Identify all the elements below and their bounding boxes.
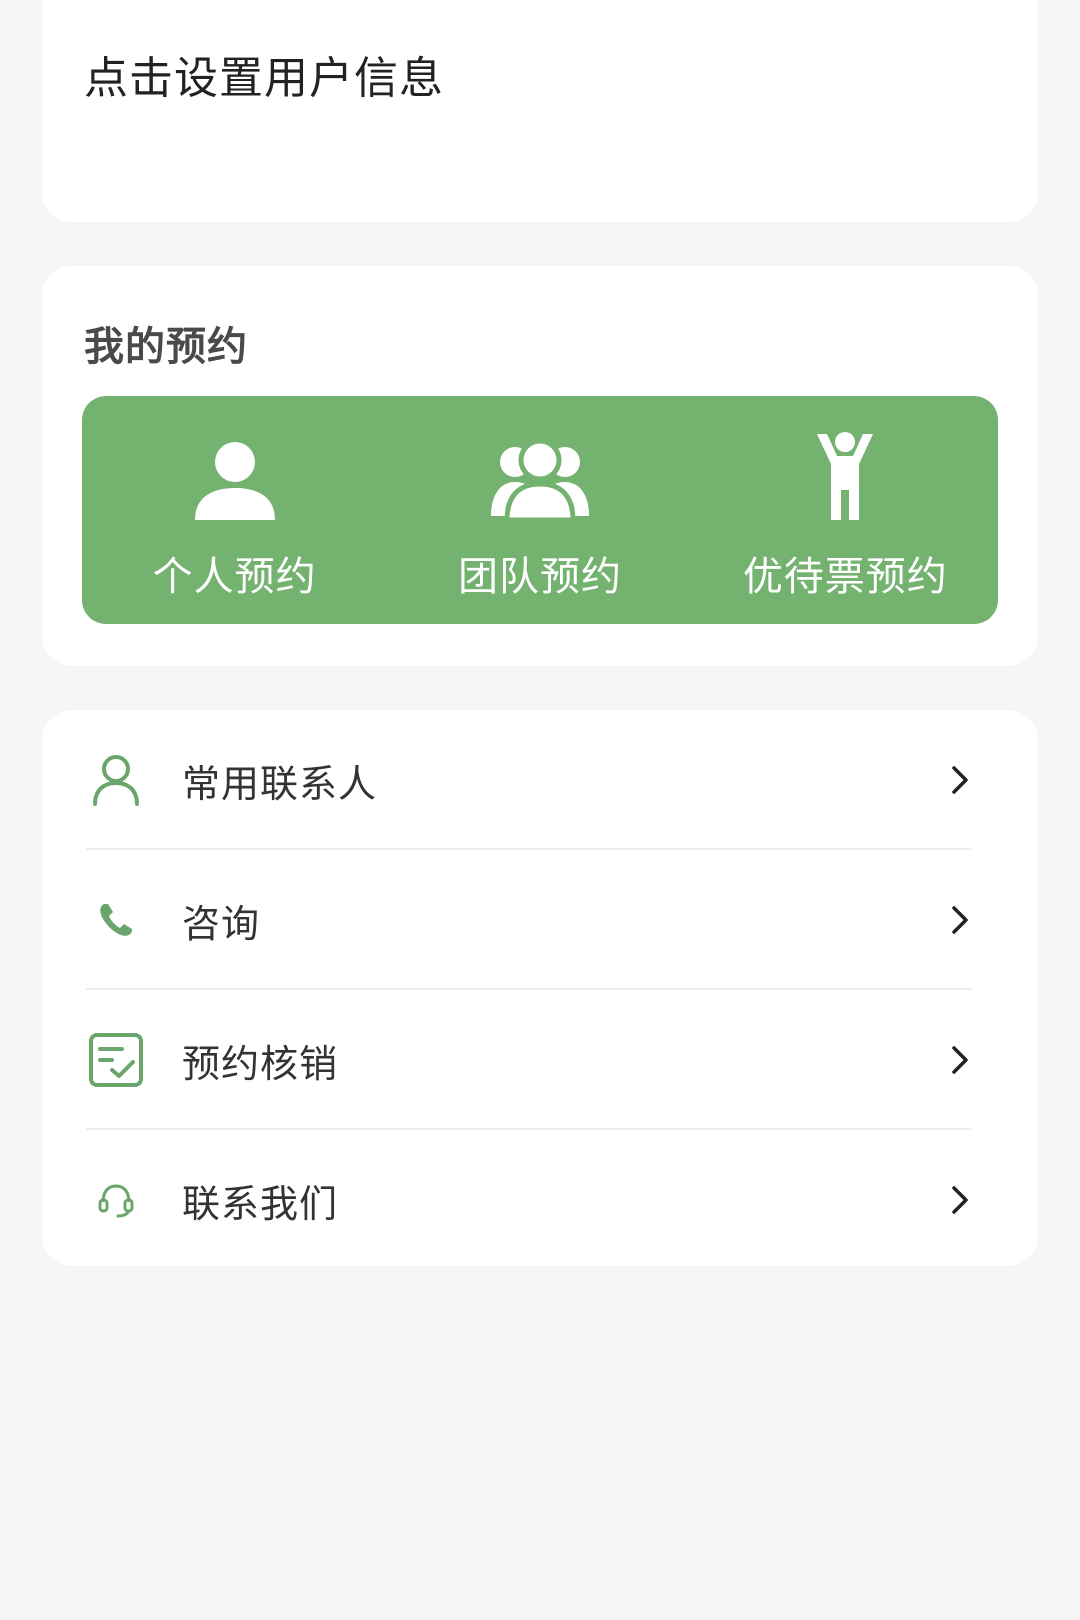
chevron-right-icon bbox=[946, 1180, 974, 1220]
phone-icon bbox=[84, 888, 148, 952]
menu-item-consult-label: 咨询 bbox=[182, 901, 261, 946]
profile-setup-prompt[interactable]: 点击设置用户信息 bbox=[84, 42, 444, 106]
menu-item-consult[interactable]: 咨询 bbox=[84, 850, 1012, 990]
menu-item-booking-verification[interactable]: 预约核销 bbox=[84, 990, 1012, 1130]
group-icon bbox=[489, 426, 591, 522]
profile-card[interactable]: 点击设置用户信息 bbox=[42, 0, 1038, 222]
chevron-right-icon bbox=[946, 1040, 974, 1080]
my-bookings-title: 我的预约 bbox=[84, 324, 248, 370]
checklist-icon bbox=[84, 1028, 148, 1092]
discount-ticket-booking-button[interactable]: 优待票预约 bbox=[693, 396, 998, 624]
contact-icon bbox=[84, 748, 148, 812]
menu-card: 常用联系人 咨询 预约核销 联系我们 bbox=[42, 710, 1038, 1266]
headset-icon bbox=[84, 1168, 148, 1232]
person-icon bbox=[193, 426, 277, 522]
my-bookings-card: 我的预约 个人预约 团队预约 优待票预约 bbox=[42, 266, 1038, 666]
group-booking-button[interactable]: 团队预约 bbox=[387, 396, 692, 624]
menu-item-booking-verification-label: 预约核销 bbox=[182, 1041, 339, 1086]
personal-booking-label: 个人预约 bbox=[152, 554, 317, 600]
menu-item-contacts-label: 常用联系人 bbox=[182, 761, 378, 806]
menu-item-contact-us[interactable]: 联系我们 bbox=[84, 1130, 1012, 1270]
discount-ticket-booking-label: 优待票预约 bbox=[742, 554, 948, 600]
booking-options-panel: 个人预约 团队预约 优待票预约 bbox=[82, 396, 998, 624]
child-icon bbox=[813, 426, 877, 522]
chevron-right-icon bbox=[946, 900, 974, 940]
menu-item-contact-us-label: 联系我们 bbox=[182, 1181, 339, 1226]
chevron-right-icon bbox=[946, 760, 974, 800]
group-booking-label: 团队预约 bbox=[457, 554, 622, 600]
personal-booking-button[interactable]: 个人预约 bbox=[82, 396, 387, 624]
menu-item-contacts[interactable]: 常用联系人 bbox=[84, 710, 1012, 850]
